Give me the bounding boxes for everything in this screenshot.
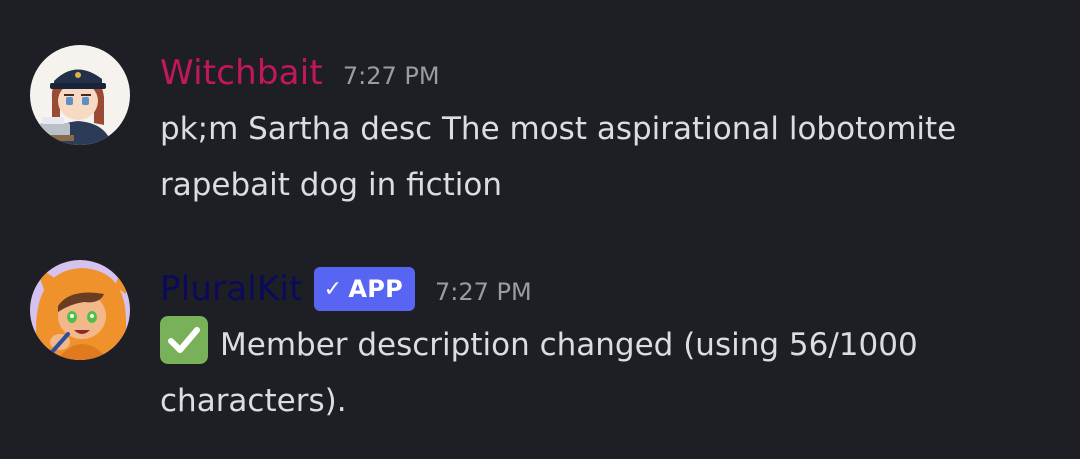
message-text: Member description changed (using 56/100… bbox=[160, 327, 918, 419]
message-item[interactable]: Witchbait 7:27 PM pk;m Sartha desc The m… bbox=[0, 0, 1080, 230]
message-header: PluralKit ✓ APP 7:27 PM bbox=[160, 266, 532, 312]
message-header: Witchbait 7:27 PM bbox=[160, 51, 440, 95]
white-check-mark-icon bbox=[160, 316, 208, 364]
avatar-witchbait-icon bbox=[30, 45, 130, 145]
chat-log: Witchbait 7:27 PM pk;m Sartha desc The m… bbox=[0, 0, 1080, 459]
message-content: Member description changed (using 56/100… bbox=[160, 316, 1060, 429]
avatar-pluralkit-icon bbox=[30, 260, 130, 360]
timestamp: 7:27 PM bbox=[342, 62, 440, 90]
timestamp: 7:27 PM bbox=[435, 278, 532, 306]
app-badge: ✓ APP bbox=[313, 267, 416, 311]
message-item[interactable]: PluralKit ✓ APP 7:27 PM Member descripti… bbox=[0, 230, 1080, 459]
message-content: pk;m Sartha desc The most aspirational l… bbox=[160, 111, 957, 203]
username[interactable]: Witchbait bbox=[160, 51, 323, 95]
user-avatar[interactable] bbox=[30, 45, 130, 145]
bot-username[interactable]: PluralKit bbox=[160, 267, 303, 311]
bot-avatar[interactable] bbox=[30, 260, 130, 360]
checkmark-icon: ✓ bbox=[323, 276, 343, 302]
app-badge-label: APP bbox=[348, 275, 404, 303]
